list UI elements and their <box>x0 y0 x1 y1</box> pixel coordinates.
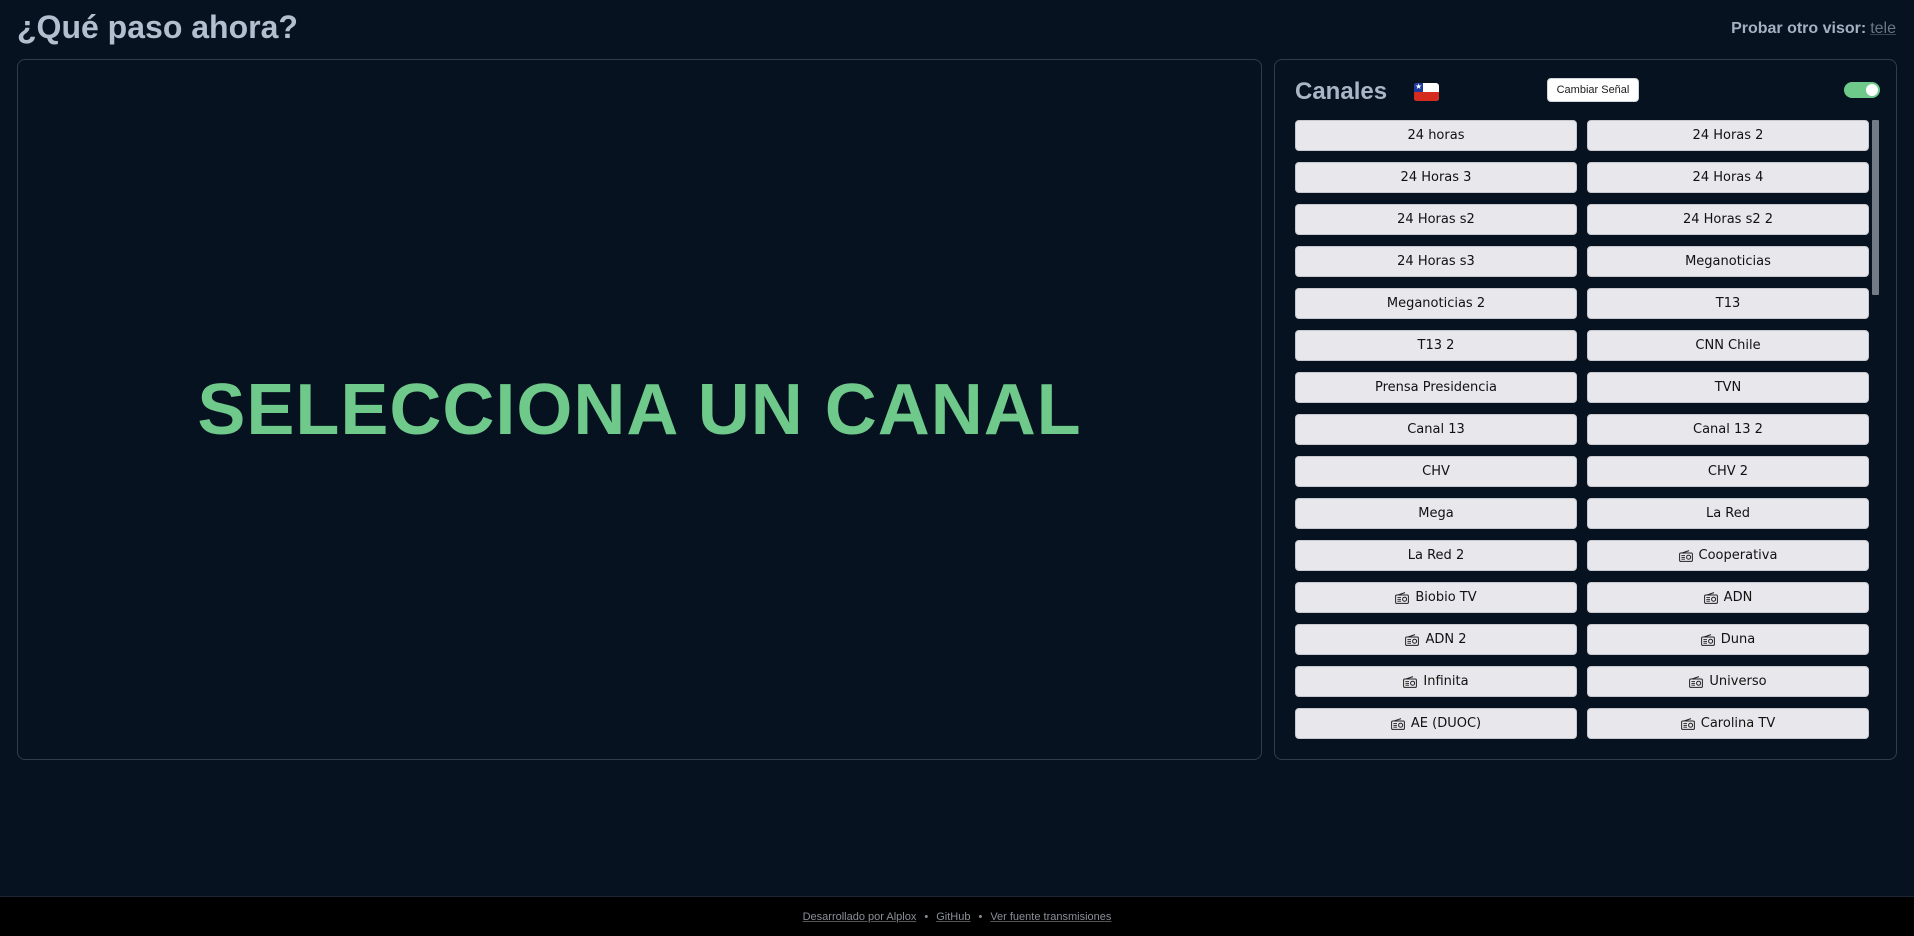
alt-viewer-label: Probar otro visor: <box>1731 20 1867 37</box>
channel-label: La Red <box>1705 506 1751 521</box>
channel-list: 24 horas 24 Horas 2 24 Horas 3 24 Horas 4 24… <box>1295 120 1869 747</box>
channel-label: La Red 2 <box>1407 548 1465 563</box>
alt-viewer: Probar otro visor: tele <box>1731 20 1896 38</box>
channel-label: 24 Horas 4 <box>1692 170 1764 185</box>
channel-button[interactable]: Canal 13 <box>1295 414 1577 445</box>
channel-label: Meganoticias 2 <box>1386 296 1486 311</box>
footer-separator: • <box>924 910 929 923</box>
channel-button[interactable]: Meganoticias 2 <box>1295 288 1577 319</box>
channel-label: TVN <box>1714 380 1742 395</box>
channel-label: T13 2 <box>1417 338 1455 353</box>
channel-label: Universo <box>1709 674 1767 689</box>
channel-label: 24 Horas s3 <box>1397 254 1475 269</box>
channel-button[interactable]: 24 horas <box>1295 120 1577 151</box>
channel-button[interactable]: Canal 13 2 <box>1587 414 1869 445</box>
radio-icon <box>1403 675 1418 688</box>
channel-button[interactable]: T13 2 <box>1295 330 1577 361</box>
radio-icon <box>1703 591 1718 604</box>
channel-button[interactable]: 24 Horas s2 <box>1295 204 1577 235</box>
video-player[interactable]: SELECCIONA UN CANAL <box>17 59 1262 760</box>
channel-button[interactable]: CHV 2 <box>1587 456 1869 487</box>
channel-button[interactable]: Biobio TV <box>1295 582 1577 613</box>
channel-label: 24 horas <box>1407 128 1465 143</box>
sources-link[interactable]: Ver fuente transmisiones <box>990 911 1111 923</box>
channel-label: Canal 13 2 <box>1693 422 1763 437</box>
radio-icon <box>1405 633 1420 646</box>
header: ¿Qué paso ahora? Probar otro visor: tele <box>0 0 1914 58</box>
channel-label: 24 Horas s2 <box>1397 212 1475 227</box>
channel-label: Infinita <box>1423 674 1469 689</box>
channel-button[interactable]: Universo <box>1587 666 1869 697</box>
radio-icon <box>1678 549 1693 562</box>
radio-icon <box>1689 675 1704 688</box>
channel-button[interactable]: Carolina TV <box>1587 708 1869 739</box>
channel-button[interactable]: ADN 2 <box>1295 624 1577 655</box>
channel-label: Cooperativa <box>1698 548 1778 563</box>
footer-separator: • <box>978 910 983 923</box>
radio-icon <box>1700 633 1715 646</box>
scrollbar[interactable] <box>1872 120 1879 295</box>
channel-button[interactable]: CHV <box>1295 456 1577 487</box>
channel-button[interactable]: 24 Horas 2 <box>1587 120 1869 151</box>
channel-label: Meganoticias <box>1685 254 1771 269</box>
channel-button[interactable]: AE (DUOC) <box>1295 708 1577 739</box>
channel-label: Carolina TV <box>1700 716 1776 731</box>
channel-label: 24 Horas 3 <box>1400 170 1472 185</box>
toggle-switch[interactable] <box>1844 82 1880 98</box>
channel-button[interactable]: Prensa Presidencia <box>1295 372 1577 403</box>
channel-label: Canal 13 <box>1407 422 1465 437</box>
channel-label: Biobio TV <box>1415 590 1477 605</box>
channel-button[interactable]: La Red <box>1587 498 1869 529</box>
channel-label: Duna <box>1720 632 1756 647</box>
channel-label: 24 Horas 2 <box>1692 128 1764 143</box>
channels-panel: Canales ★ Cambiar Señal 24 horas 24 Horas… <box>1274 59 1897 760</box>
player-placeholder-message: SELECCIONA UN CANAL <box>197 369 1082 450</box>
channel-label: AE (DUOC) <box>1410 716 1482 731</box>
channels-title: Canales <box>1295 78 1388 105</box>
channel-label: ADN <box>1723 590 1753 605</box>
channel-button[interactable]: T13 <box>1587 288 1869 319</box>
radio-icon <box>1680 717 1695 730</box>
channel-label: CHV <box>1422 464 1450 479</box>
channel-button[interactable]: 24 Horas s3 <box>1295 246 1577 277</box>
chile-flag-icon: ★ <box>1414 83 1439 101</box>
channel-button[interactable]: Meganoticias <box>1587 246 1869 277</box>
github-link[interactable]: GitHub <box>936 911 970 923</box>
channel-label: Prensa Presidencia <box>1374 380 1498 395</box>
channel-button[interactable]: CNN Chile <box>1587 330 1869 361</box>
channel-label: T13 <box>1715 296 1741 311</box>
radio-icon <box>1395 591 1410 604</box>
developer-credit-link[interactable]: Desarrollado por Alplox <box>803 911 917 923</box>
channel-label: CNN Chile <box>1695 338 1761 353</box>
channel-button[interactable]: Duna <box>1587 624 1869 655</box>
channel-button[interactable]: 24 Horas 3 <box>1295 162 1577 193</box>
channel-button[interactable]: Infinita <box>1295 666 1577 697</box>
footer: Desarrollado por Alplox • GitHub • Ver f… <box>0 896 1914 936</box>
channel-button[interactable]: 24 Horas 4 <box>1587 162 1869 193</box>
channel-label: Mega <box>1418 506 1454 521</box>
channel-label: CHV 2 <box>1707 464 1749 479</box>
channel-button[interactable]: La Red 2 <box>1295 540 1577 571</box>
channel-label: ADN 2 <box>1425 632 1467 647</box>
alt-viewer-link[interactable]: tele <box>1870 20 1896 37</box>
toggle-knob <box>1866 84 1878 96</box>
radio-icon <box>1390 717 1405 730</box>
page-title: ¿Qué paso ahora? <box>17 9 298 45</box>
channels-header: Canales ★ Cambiar Señal <box>1295 76 1880 106</box>
channel-button[interactable]: Cooperativa <box>1587 540 1869 571</box>
channel-button[interactable]: Mega <box>1295 498 1577 529</box>
channel-label: 24 Horas s2 2 <box>1682 212 1774 227</box>
change-signal-button[interactable]: Cambiar Señal <box>1547 78 1639 102</box>
channel-button[interactable]: 24 Horas s2 2 <box>1587 204 1869 235</box>
channel-button[interactable]: ADN <box>1587 582 1869 613</box>
channel-button[interactable]: TVN <box>1587 372 1869 403</box>
